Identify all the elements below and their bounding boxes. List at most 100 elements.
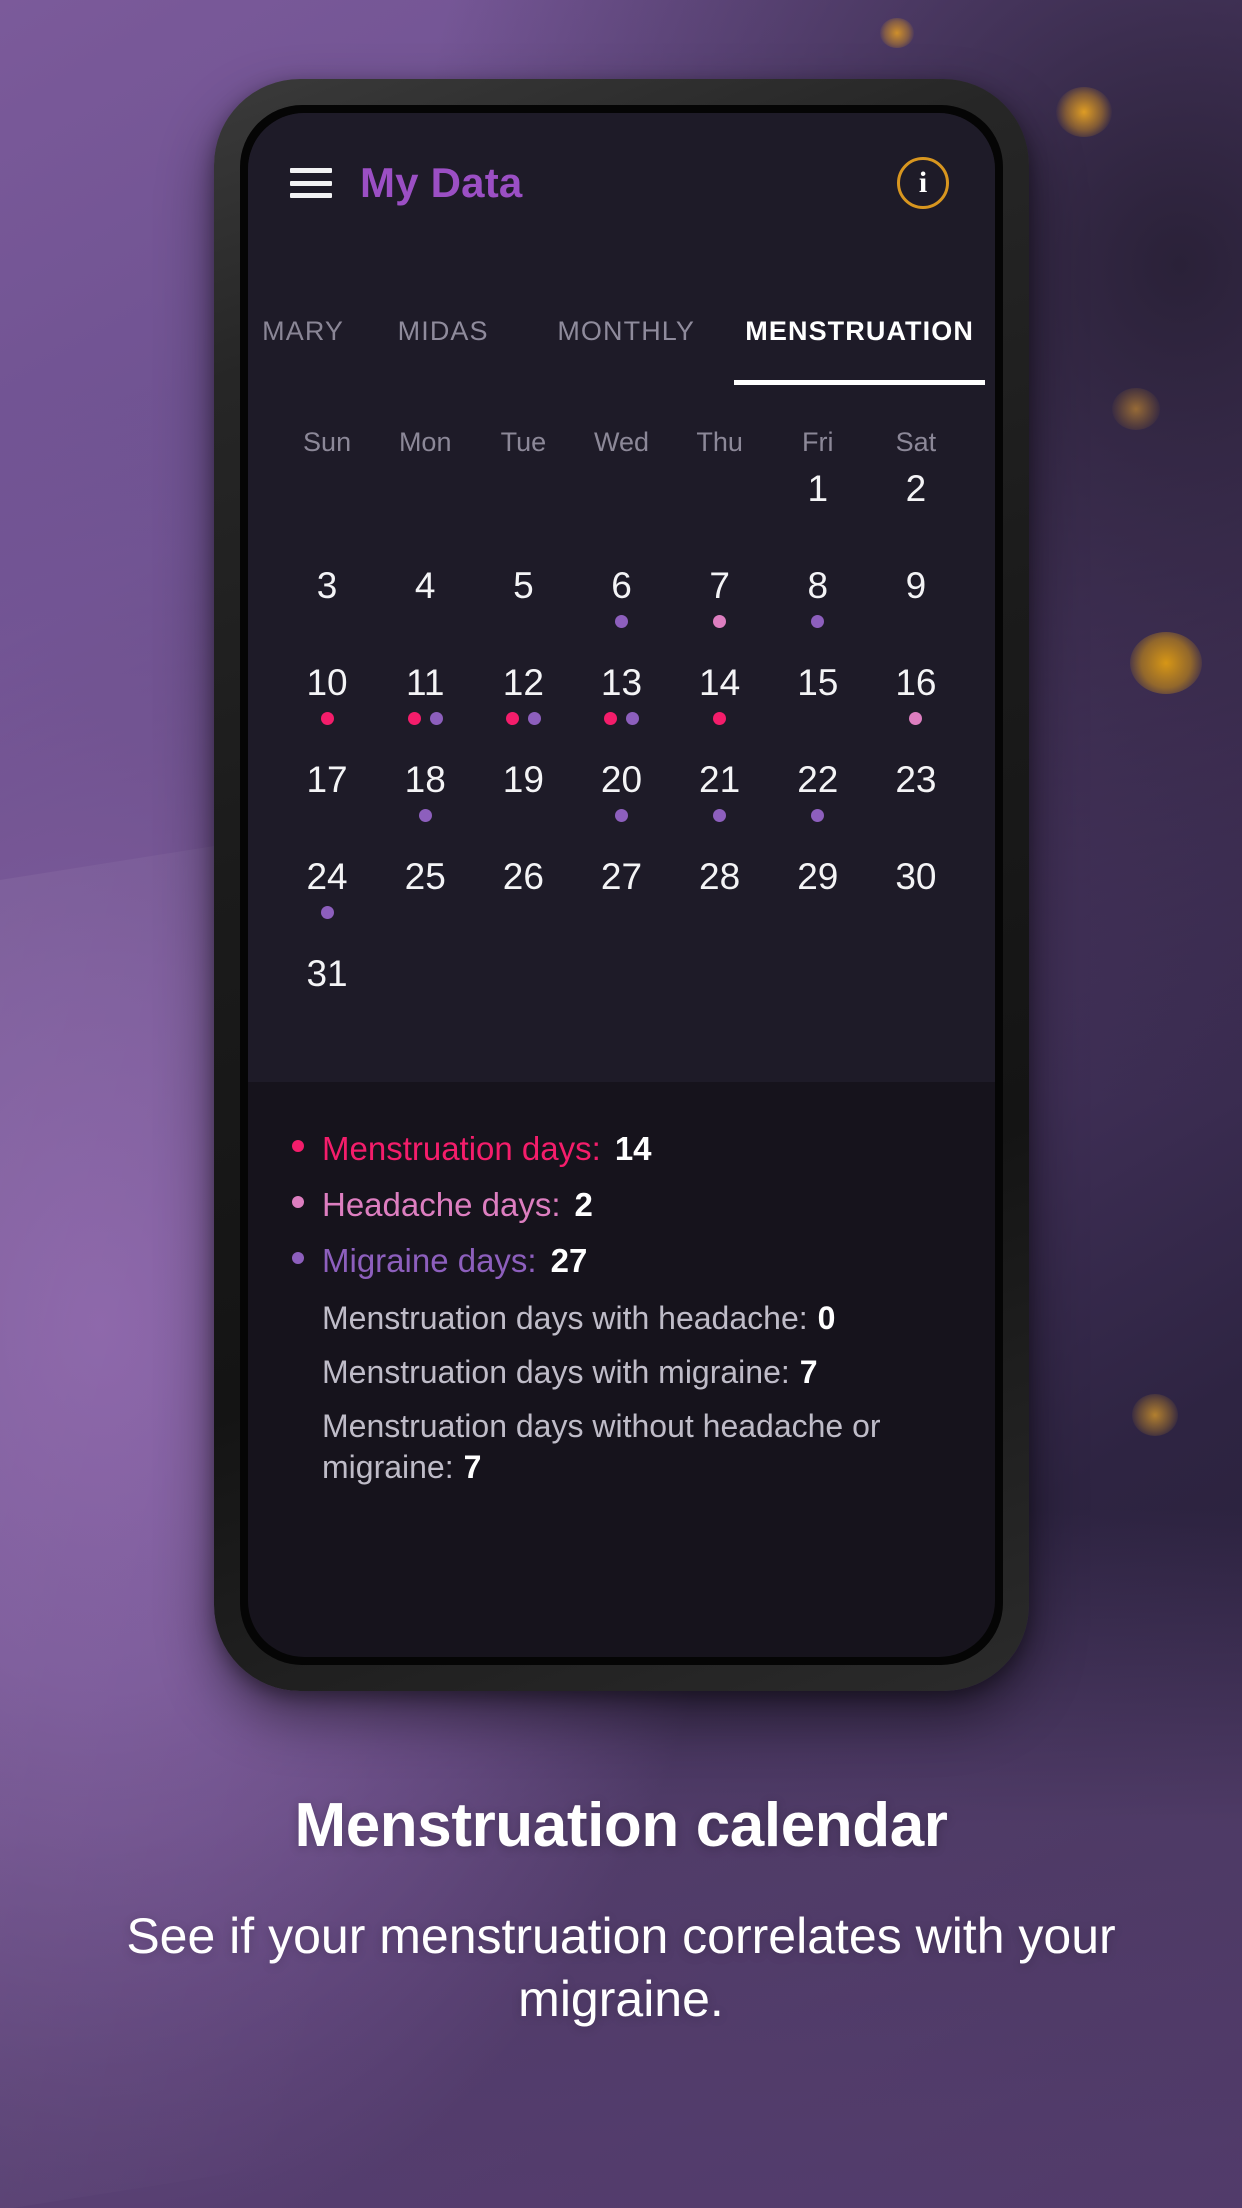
calendar-day-number: 8 <box>807 565 829 606</box>
calendar-day-number: 28 <box>699 856 741 897</box>
stat-rows: Menstruation days with headache: 0 Menstru… <box>292 1298 951 1487</box>
menstruation-dot-icon <box>320 712 334 725</box>
calendar-day-number: 5 <box>513 565 534 606</box>
stat-value: 7 <box>463 1448 482 1485</box>
calendar-week-row: 12 <box>278 460 965 557</box>
calendar-day-markers <box>278 712 376 727</box>
calendar-day-markers <box>671 966 769 981</box>
calendar-day-markers <box>278 615 376 630</box>
calendar-day-markers <box>474 712 572 727</box>
tab-monthly[interactable]: MONTHLY <box>528 316 724 385</box>
weekday-label: Mon <box>398 427 452 457</box>
calendar-day-markers <box>572 481 670 496</box>
calendar-day-markers <box>671 712 769 727</box>
legend-item: Headache days: 2 <box>292 1186 951 1225</box>
calendar-day-cell[interactable]: 29 <box>769 848 867 945</box>
calendar-day-cell[interactable]: 17 <box>278 751 376 848</box>
calendar-day-number: 1 <box>807 468 829 509</box>
phone-mockup-frame: My Data i MARY MIDAS MONTHLY MENSTRUATIO… <box>214 79 1029 1691</box>
weekday-header-cell: Thu <box>671 427 769 460</box>
calendar-day-cell[interactable]: 30 <box>867 848 965 945</box>
calendar-day-cell[interactable]: 25 <box>376 848 474 945</box>
calendar-day-markers <box>474 966 572 981</box>
migraine-dot-icon <box>292 1251 304 1264</box>
menstruation-dot-icon <box>407 712 421 725</box>
weekday-header-cell: Wed <box>572 427 670 460</box>
stats-panel: Menstruation days: 14 Headache days: 2 Migra… <box>248 1082 995 1488</box>
calendar-day-markers <box>867 518 965 533</box>
calendar-day-cell[interactable]: 8 <box>769 557 867 654</box>
calendar-day-number: 23 <box>895 759 937 800</box>
calendar-day-cell[interactable]: 12 <box>474 654 572 751</box>
calendar-day-cell[interactable]: 10 <box>278 654 376 751</box>
phone-bezel: My Data i MARY MIDAS MONTHLY MENSTRUATIO… <box>240 105 1003 1665</box>
calendar-day-cell[interactable]: 9 <box>867 557 965 654</box>
calendar-day-cell[interactable]: 23 <box>867 751 965 848</box>
migraine-dot-icon <box>418 809 432 822</box>
info-icon[interactable]: i <box>897 157 949 209</box>
calendar-week-row: 31 <box>278 945 965 1042</box>
weekday-label: Sun <box>303 427 352 457</box>
menstruation-dot-icon <box>505 712 519 725</box>
stat-value: 0 <box>817 1299 836 1336</box>
calendar-empty-cell <box>572 460 670 557</box>
tab-bar: MARY MIDAS MONTHLY MENSTRUATION <box>248 253 995 385</box>
calendar-day-cell[interactable]: 16 <box>867 654 965 751</box>
calendar-day-cell[interactable]: 4 <box>376 557 474 654</box>
phone-screen: My Data i MARY MIDAS MONTHLY MENSTRUATIO… <box>248 113 995 1657</box>
calendar-empty-cell <box>572 945 670 1042</box>
calendar-day-number: 18 <box>404 759 446 800</box>
calendar-day-cell[interactable]: 18 <box>376 751 474 848</box>
calendar-day-markers <box>867 615 965 630</box>
calendar-day-cell[interactable]: 27 <box>572 848 670 945</box>
calendar-day-cell[interactable]: 15 <box>769 654 867 751</box>
headache-dot-icon <box>292 1195 304 1208</box>
calendar-day-number: 30 <box>895 856 937 897</box>
stat-label: Menstruation days with migraine: <box>322 1354 790 1391</box>
calendar-day-cell[interactable]: 1 <box>769 460 867 557</box>
migraine-dot-icon <box>811 615 825 628</box>
calendar-day-markers <box>867 906 965 921</box>
calendar-day-markers <box>769 712 867 727</box>
calendar-day-cell[interactable]: 26 <box>474 848 572 945</box>
calendar-day-number: 26 <box>502 856 544 897</box>
calendar-day-cell[interactable]: 7 <box>671 557 769 654</box>
legend-label: Headache days: <box>322 1185 561 1223</box>
calendar-day-cell[interactable]: 5 <box>474 557 572 654</box>
legend-value: 2 <box>574 1185 593 1223</box>
calendar-day-number: 12 <box>502 662 544 703</box>
bokeh-light-icon <box>1112 388 1160 430</box>
stat-label: Menstruation days with headache: <box>322 1299 808 1336</box>
calendar-day-number: 11 <box>406 662 445 703</box>
bokeh-light-icon <box>880 18 914 48</box>
hamburger-menu-icon[interactable] <box>290 168 332 198</box>
calendar-day-cell[interactable]: 2 <box>867 460 965 557</box>
tab-midas[interactable]: MIDAS <box>358 316 528 385</box>
calendar-day-markers <box>278 809 376 824</box>
calendar-day-cell[interactable]: 6 <box>572 557 670 654</box>
migraine-dot-icon <box>713 809 727 822</box>
calendar-day-cell[interactable]: 14 <box>671 654 769 751</box>
calendar-day-cell[interactable]: 31 <box>278 945 376 1042</box>
calendar-day-cell[interactable]: 3 <box>278 557 376 654</box>
calendar-day-cell[interactable]: 28 <box>671 848 769 945</box>
tab-summary[interactable]: MARY <box>248 316 358 385</box>
menstruation-dot-icon <box>292 1140 304 1152</box>
tab-menstruation[interactable]: MENSTRUATION <box>724 316 995 385</box>
calendar-day-cell[interactable]: 22 <box>769 751 867 848</box>
calendar-day-cell[interactable]: 24 <box>278 848 376 945</box>
calendar-day-cell[interactable]: 13 <box>572 654 670 751</box>
calendar-day-markers <box>278 906 376 921</box>
legend-item: Menstruation days: 14 <box>292 1130 951 1169</box>
calendar-day-cell[interactable]: 21 <box>671 751 769 848</box>
calendar-day-number: 24 <box>306 856 348 897</box>
calendar-empty-cell <box>474 945 572 1042</box>
calendar-day-cell[interactable]: 11 <box>376 654 474 751</box>
calendar-day-cell[interactable]: 19 <box>474 751 572 848</box>
calendar-day-markers <box>769 966 867 981</box>
calendar-day-number: 15 <box>797 662 839 703</box>
calendar-day-cell[interactable]: 20 <box>572 751 670 848</box>
caption-title: Menstruation calendar <box>294 1791 948 1860</box>
calendar-weeks: 1 2 3 4 5 6 7 8 9 10 11 12 13 14 15 16 17 18 19 20 21 22 23 24 2… <box>278 460 965 1042</box>
bokeh-light-icon <box>1132 1394 1178 1436</box>
